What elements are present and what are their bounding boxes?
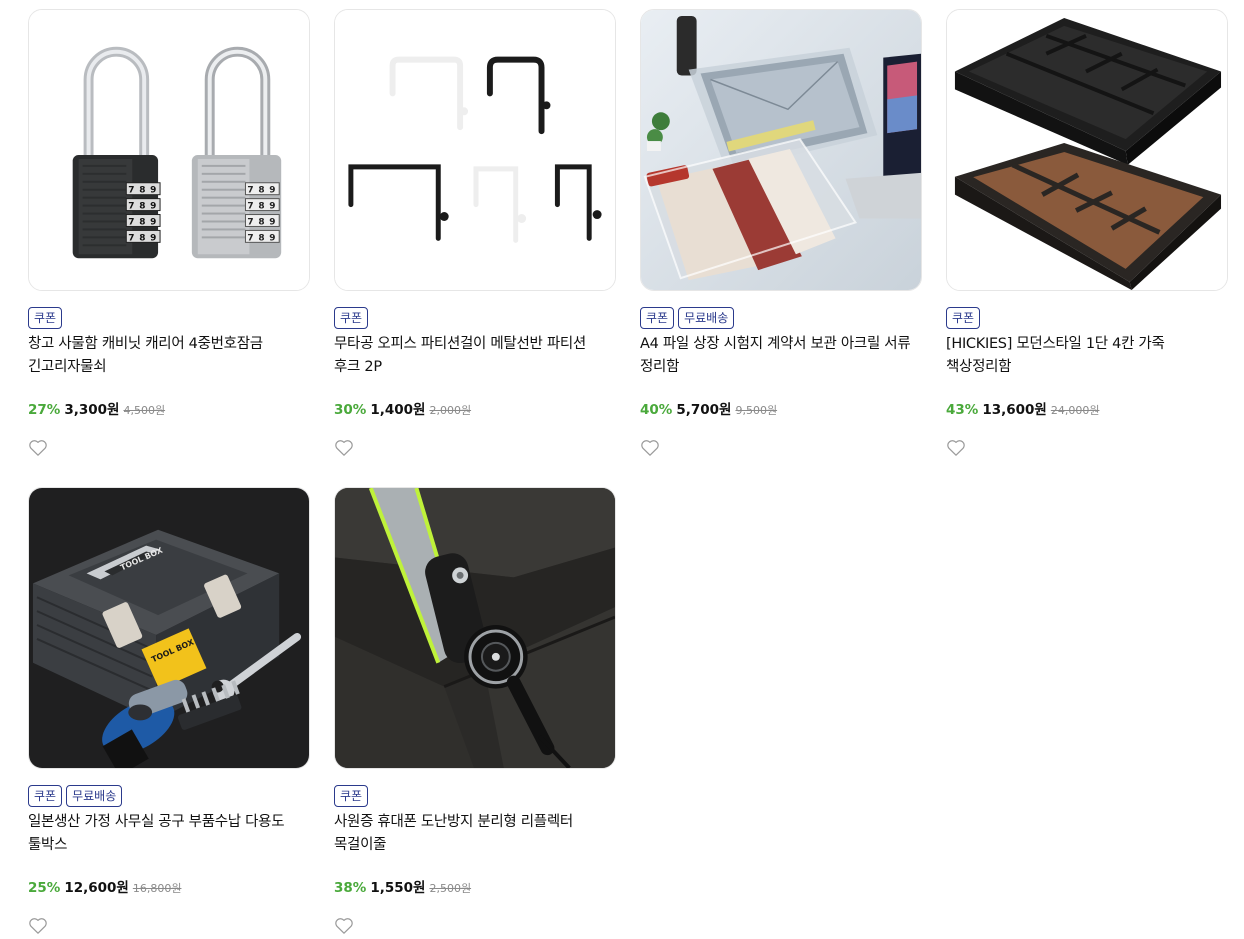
original-price: 9,500원 [735,404,778,417]
product-title[interactable]: 창고 사물함 캐비닛 캐리어 4중번호잠금 긴고리자물쇠 [28,333,310,378]
coupon-badge: 쿠폰 [28,307,63,329]
price-row: 27% 3,300원 4,500원 [28,398,165,418]
badge-list: 쿠폰 무료배송 [28,785,123,807]
sale-price: 13,600원 [982,402,1047,418]
product-card[interactable]: 쿠폰 무타공 오피스 파티션걸이 메탈선반 파티션 후크 2P 30% 1,40… [334,9,616,456]
original-price: 24,000원 [1050,404,1100,417]
heart-outline-icon[interactable] [334,917,354,934]
sale-price: 5,700원 [676,402,732,418]
svg-text:7: 7 [128,233,134,243]
free-shipping-badge: 무료배송 [66,785,123,807]
svg-text:7: 7 [128,202,134,212]
original-price: 16,800원 [132,882,182,895]
coupon-badge: 쿠폰 [946,307,981,329]
discount-rate: 30% [334,402,367,418]
coupon-badge: 쿠폰 [640,307,675,329]
svg-text:8: 8 [258,202,264,212]
badge-list: 쿠폰 무료배송 [640,307,735,329]
padlock-digits-1: 7 [128,186,134,196]
heart-outline-icon[interactable] [28,917,48,934]
price-row: 30% 1,400원 2,000원 [334,398,471,418]
product-card[interactable]: 쿠폰 무료배송 A4 파일 상장 시험지 계약서 보관 아크릴 서류 정리함 4… [640,9,922,456]
heart-outline-icon[interactable] [640,439,660,456]
discount-rate: 25% [28,880,61,896]
tool-box-image[interactable]: TOOL BOX TOOL BOX [28,487,310,769]
product-card[interactable]: 쿠폰 사원증 휴대폰 도난방지 분리형 리플렉터 목걸이줄 38% 1,550원… [334,487,616,934]
svg-text:9: 9 [269,186,275,196]
product-title[interactable]: 사원증 휴대폰 도난방지 분리형 리플렉터 목걸이줄 [334,811,616,856]
price-row: 25% 12,600원 16,800원 [28,876,181,896]
product-title[interactable]: A4 파일 상장 시험지 계약서 보관 아크릴 서류 정리함 [640,333,922,378]
acrylic-file-organizer-image[interactable] [640,9,922,291]
svg-text:9: 9 [150,217,156,227]
sale-price: 1,550원 [370,880,426,896]
price-row: 40% 5,700원 9,500원 [640,398,777,418]
sale-price: 1,400원 [370,402,426,418]
heart-outline-icon[interactable] [946,439,966,456]
svg-text:7: 7 [128,217,134,227]
badge-list: 쿠폰 [334,785,369,807]
coupon-badge: 쿠폰 [28,785,63,807]
svg-text:8: 8 [258,186,264,196]
product-title[interactable]: [HICKIES] 모던스타일 1단 4칸 가죽 책상정리함 [946,333,1228,378]
reflective-lanyard-image[interactable] [334,487,616,769]
svg-text:8: 8 [139,186,145,196]
svg-text:8: 8 [258,217,264,227]
discount-rate: 40% [640,402,673,418]
badge-list: 쿠폰 [946,307,981,329]
svg-text:7: 7 [247,233,253,243]
free-shipping-badge: 무료배송 [678,307,735,329]
product-title[interactable]: 일본생산 가정 사무실 공구 부품수납 다용도 툴박스 [28,811,310,856]
svg-text:9: 9 [150,202,156,212]
badge-list: 쿠폰 [334,307,369,329]
original-price: 4,500원 [123,404,166,417]
discount-rate: 27% [28,402,61,418]
svg-text:7: 7 [247,217,253,227]
combination-padlock-image[interactable]: 7 8 9 7 8 9 7 8 9 7 8 9 7 8 9 7 8 9 7 8 … [28,9,310,291]
original-price: 2,500원 [429,882,472,895]
sale-price: 3,300원 [64,402,120,418]
product-card[interactable]: 7 8 9 7 8 9 7 8 9 7 8 9 7 8 9 7 8 9 7 8 … [28,9,310,456]
product-card[interactable]: 쿠폰 [HICKIES] 모던스타일 1단 4칸 가죽 책상정리함 43% 13… [946,9,1228,456]
discount-rate: 43% [946,402,979,418]
svg-text:9: 9 [269,217,275,227]
coupon-badge: 쿠폰 [334,785,369,807]
svg-text:9: 9 [150,233,156,243]
original-price: 2,000원 [429,404,472,417]
svg-text:9: 9 [150,186,156,196]
leather-desk-tray-image[interactable] [946,9,1228,291]
heart-outline-icon[interactable] [28,439,48,456]
sale-price: 12,600원 [64,880,129,896]
price-row: 43% 13,600원 24,000원 [946,398,1099,418]
heart-outline-icon[interactable] [334,439,354,456]
svg-text:8: 8 [139,233,145,243]
svg-text:7: 7 [247,186,253,196]
product-title[interactable]: 무타공 오피스 파티션걸이 메탈선반 파티션 후크 2P [334,333,616,378]
svg-text:9: 9 [269,202,275,212]
product-card[interactable]: TOOL BOX TOOL BOX 쿠폰 무료배송 일본생산 가정 사무실 공구… [28,487,310,934]
partition-hook-image[interactable] [334,9,616,291]
svg-text:8: 8 [139,202,145,212]
svg-text:7: 7 [247,202,253,212]
price-row: 38% 1,550원 2,500원 [334,876,471,896]
discount-rate: 38% [334,880,367,896]
svg-text:8: 8 [258,233,264,243]
svg-text:9: 9 [269,233,275,243]
svg-text:8: 8 [139,217,145,227]
badge-list: 쿠폰 [28,307,63,329]
coupon-badge: 쿠폰 [334,307,369,329]
